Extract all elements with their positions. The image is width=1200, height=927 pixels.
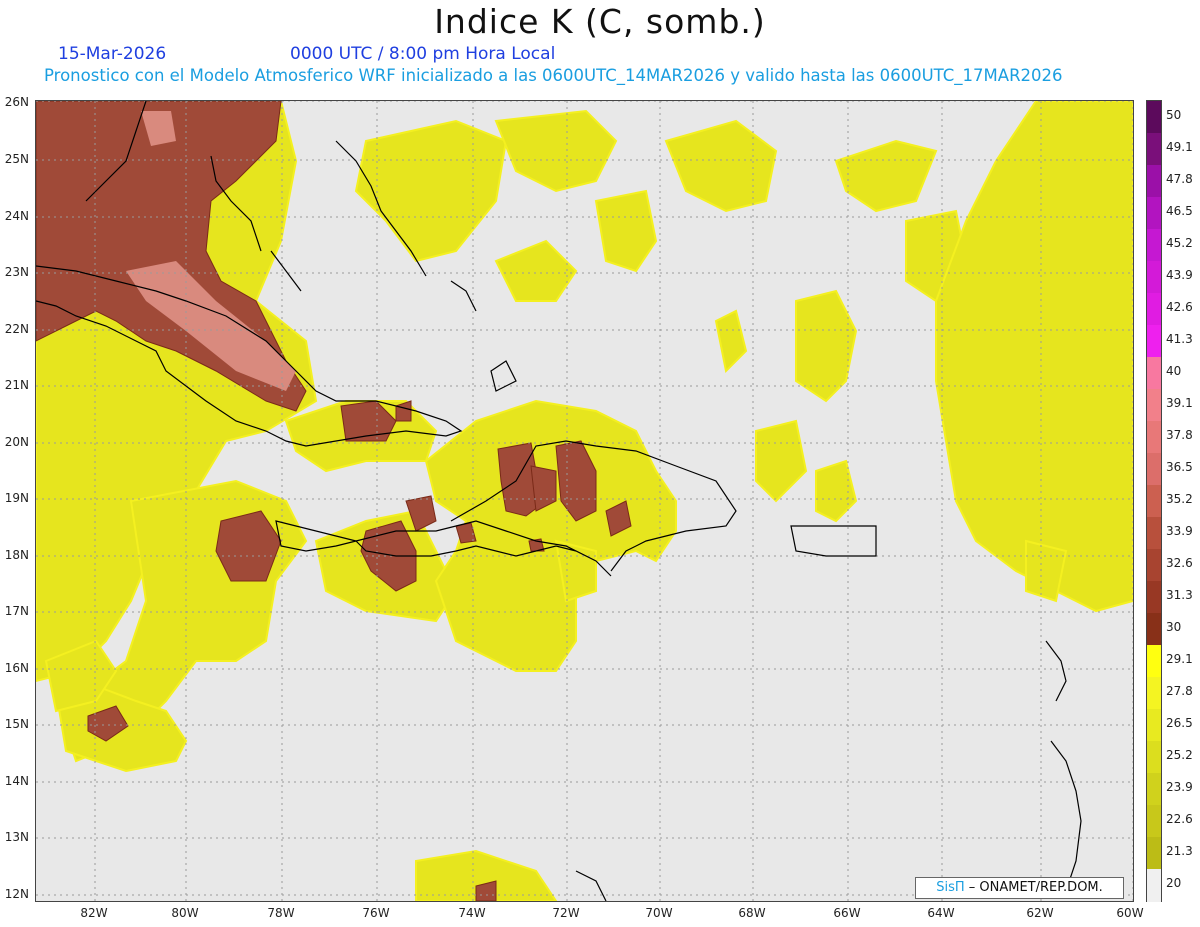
lat-label-18n: 18N xyxy=(4,548,29,562)
colorbar-segment xyxy=(1147,325,1161,358)
lat-label-17n: 17N xyxy=(4,604,29,618)
lon-label-70w: 70W xyxy=(645,906,673,920)
lat-label-19n: 19N xyxy=(4,491,29,505)
colorbar-tick-label: 49.1 xyxy=(1166,140,1193,154)
colorbar-segment xyxy=(1147,101,1161,134)
colorbar-segment xyxy=(1147,709,1161,742)
colorbar-tick-label: 45.2 xyxy=(1166,236,1193,250)
colorbar-segment xyxy=(1147,581,1161,614)
colorbar-segment xyxy=(1147,485,1161,518)
map-panel xyxy=(35,100,1134,902)
colorbar-segment xyxy=(1147,805,1161,838)
credit-box: SisΠ – ONAMET/REP.DOM. xyxy=(915,877,1124,899)
colorbar-tick-label: 41.3 xyxy=(1166,332,1193,346)
colorbar-tick-label: 32.6 xyxy=(1166,556,1193,570)
colorbar-segment xyxy=(1147,389,1161,422)
colorbar-tick-label: 23.9 xyxy=(1166,780,1193,794)
colorbar-tick-label: 30 xyxy=(1166,620,1182,634)
colorbar-tick-label: 25.2 xyxy=(1166,748,1193,762)
map-canvas xyxy=(36,101,1133,901)
lat-label-13n: 13N xyxy=(4,830,29,844)
lat-label-22n: 22N xyxy=(4,322,29,336)
lon-label-80w: 80W xyxy=(171,906,199,920)
lon-label-64w: 64W xyxy=(927,906,955,920)
colorbar-tick-label: 47.8 xyxy=(1166,172,1193,186)
colorbar-tick-label: 22.6 xyxy=(1166,812,1193,826)
colorbar-tick-label: 27.8 xyxy=(1166,684,1193,698)
colorbar-segment xyxy=(1147,421,1161,454)
lon-label-68w: 68W xyxy=(738,906,766,920)
colorbar-segment xyxy=(1147,453,1161,486)
lon-label-66w: 66W xyxy=(833,906,861,920)
lat-label-24n: 24N xyxy=(4,209,29,223)
forecast-time: 0000 UTC / 8:00 pm Hora Local xyxy=(290,44,556,64)
colorbar-tick-label: 43.9 xyxy=(1166,268,1193,282)
map-title: Indice K (C, somb.) xyxy=(434,2,766,41)
colorbar-segment xyxy=(1147,613,1161,646)
colorbar-segment xyxy=(1147,741,1161,774)
colorbar-segment xyxy=(1147,869,1161,902)
colorbar-tick-label: 31.3 xyxy=(1166,588,1193,602)
lat-label-21n: 21N xyxy=(4,378,29,392)
lat-label-26n: 26N xyxy=(4,95,29,109)
colorbar-tick-label: 36.5 xyxy=(1166,460,1193,474)
lon-label-62w: 62W xyxy=(1026,906,1054,920)
colorbar-segment xyxy=(1147,261,1161,294)
colorbar-segment xyxy=(1147,293,1161,326)
colorbar-segment xyxy=(1147,165,1161,198)
colorbar-segment xyxy=(1147,133,1161,166)
lon-label-76w: 76W xyxy=(362,906,390,920)
colorbar-tick-label: 21.3 xyxy=(1166,844,1193,858)
colorbar-segment xyxy=(1147,229,1161,262)
colorbar-tick-label: 40 xyxy=(1166,364,1182,378)
lat-label-15n: 15N xyxy=(4,717,29,731)
lat-label-20n: 20N xyxy=(4,435,29,449)
colorbar-segment xyxy=(1147,549,1161,582)
forecast-date: 15-Mar-2026 xyxy=(58,44,167,64)
colorbar-tick-label: 33.9 xyxy=(1166,524,1193,538)
colorbar-tick-label: 26.5 xyxy=(1166,716,1193,730)
credit-org: – ONAMET/REP.DOM. xyxy=(964,880,1103,895)
lon-label-74w: 74W xyxy=(458,906,486,920)
lat-label-16n: 16N xyxy=(4,661,29,675)
colorbar-segment xyxy=(1147,357,1161,390)
colorbar-tick-label: 35.2 xyxy=(1166,492,1193,506)
colorbar-segment xyxy=(1147,837,1161,870)
colorbar-tick-label: 37.8 xyxy=(1166,428,1193,442)
lon-label-82w: 82W xyxy=(80,906,108,920)
colorbar-tick-label: 42.6 xyxy=(1166,300,1193,314)
colorbar-segment xyxy=(1147,677,1161,710)
lat-label-23n: 23N xyxy=(4,265,29,279)
colorbar-tick-label: 39.1 xyxy=(1166,396,1193,410)
colorbar-tick-label: 46.5 xyxy=(1166,204,1193,218)
colorbar-segment xyxy=(1147,773,1161,806)
colorbar-tick-label: 29.1 xyxy=(1166,652,1193,666)
colorbar-segment xyxy=(1147,517,1161,550)
credit-brand: SisΠ xyxy=(936,880,965,895)
lon-label-60w: 60W xyxy=(1116,906,1144,920)
lat-label-25n: 25N xyxy=(4,152,29,166)
lat-label-14n: 14N xyxy=(4,774,29,788)
lon-label-78w: 78W xyxy=(267,906,295,920)
colorbar xyxy=(1146,100,1162,902)
colorbar-tick-label: 50 xyxy=(1166,108,1182,122)
model-description: Pronostico con el Modelo Atmosferico WRF… xyxy=(44,66,1063,85)
colorbar-segment xyxy=(1147,645,1161,678)
lat-label-12n: 12N xyxy=(4,887,29,901)
colorbar-segment xyxy=(1147,197,1161,230)
colorbar-tick-label: 20 xyxy=(1166,876,1182,890)
lon-label-72w: 72W xyxy=(552,906,580,920)
